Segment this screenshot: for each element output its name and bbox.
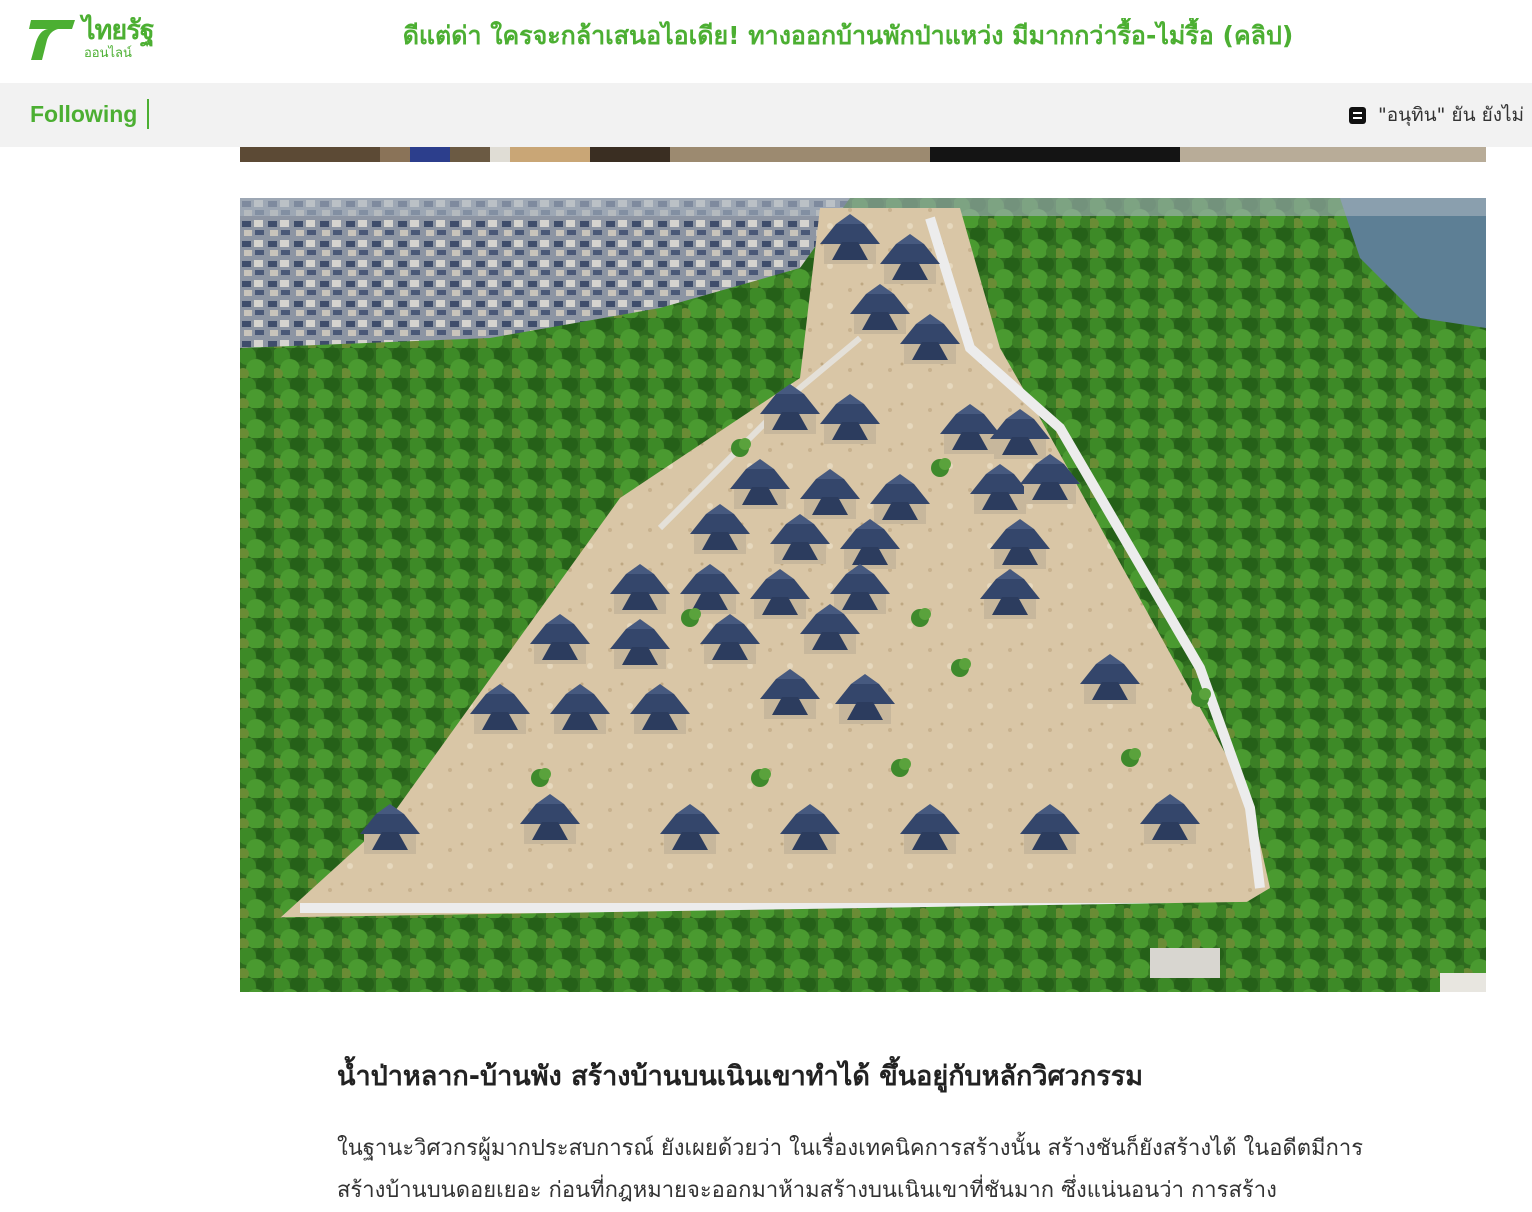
news-ticker[interactable]: "อนุทิน" ยัน ยังไม่ — [1349, 102, 1524, 128]
article-paragraph: ในฐานะวิศวกรผู้มากประสบการณ์ ยังเผยด้วยว… — [337, 1136, 1364, 1203]
logo-t-icon — [29, 20, 75, 60]
aerial-photo-housing-project — [240, 198, 1486, 992]
ticker-headline[interactable]: "อนุทิน" ยัน ยังไม่ — [1378, 102, 1524, 128]
logo-sub-text: ออนไลน์ — [84, 46, 132, 61]
article-headline[interactable]: ดีแต่ด่า ใครจะกล้าเสนอไอเดีย! ทางออกบ้าน… — [230, 18, 1466, 54]
site-header: ไทยรัฐ ออนไลน์ ดีแต่ด่า ใครจะกล้าเสนอไอเ… — [0, 0, 1532, 83]
news-icon — [1349, 106, 1366, 124]
logo-brand-text: ไทยรัฐ — [82, 15, 155, 46]
following-bar: Following "อนุทิน" ยัน ยังไม่ — [0, 83, 1532, 147]
previous-photo-edge — [240, 147, 1486, 162]
following-link[interactable]: Following — [30, 99, 150, 129]
thairath-logo[interactable]: ไทยรัฐ ออนไลน์ — [28, 14, 158, 66]
section-heading: น้ำป่าหลาก-บ้านพัง สร้างบ้านบนเนินเขาทำไ… — [337, 1061, 1143, 1092]
